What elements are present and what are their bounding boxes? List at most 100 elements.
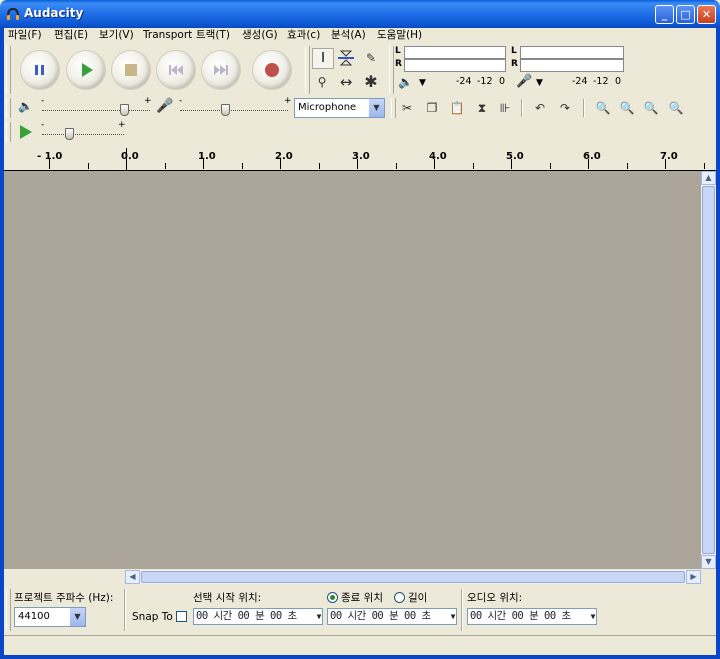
toolbar-grip[interactable] (6, 122, 11, 142)
skip-to-start-button[interactable] (157, 51, 195, 89)
vertical-scrollbar[interactable]: ▲ ▼ (701, 171, 716, 569)
ruler-label: 1.0 (198, 151, 216, 162)
trim-button[interactable]: ⧗ (471, 98, 493, 118)
chevron-down-icon[interactable]: ▼ (368, 99, 384, 117)
playback-meter-menu-arrow-icon[interactable]: ▼ (419, 78, 426, 88)
scroll-left-icon[interactable]: ◀ (125, 570, 140, 584)
zoom-in-button[interactable]: 🔍 (592, 98, 614, 118)
record-button[interactable] (253, 51, 291, 89)
horizontal-scroll-thumb[interactable] (141, 571, 685, 583)
input-source-select[interactable]: Microphone ▼ (294, 98, 385, 118)
playback-speed-slider-thumb[interactable] (65, 128, 74, 140)
audio-position-value: 00 시간 00 분 00 초 (470, 610, 571, 622)
selection-tool-button[interactable]: I (312, 48, 334, 69)
zoom-out-button[interactable]: 🔍 (616, 98, 638, 118)
playback-scale-24: -24 (456, 76, 472, 87)
toolbar-grip[interactable] (305, 46, 310, 94)
menu-tracks[interactable]: 트랙(T) (196, 28, 230, 43)
paste-button[interactable]: 📋 (446, 98, 468, 118)
multi-tool-button[interactable]: ✱ (360, 72, 382, 92)
redo-button[interactable]: ↷ (554, 98, 576, 118)
play-at-speed-button[interactable] (14, 122, 36, 142)
menu-view[interactable]: 보기(V) (99, 28, 134, 43)
toolbar-grip[interactable] (6, 46, 11, 94)
playback-meter-left[interactable] (404, 46, 506, 59)
record-meter-right[interactable] (520, 59, 624, 72)
output-slider-minus: - (41, 96, 45, 106)
menu-transport[interactable]: Transport (143, 28, 192, 43)
playback-speed-slider[interactable] (42, 134, 124, 136)
timeline-ruler[interactable]: - 1.0 0.0 1.0 2.0 3.0 4.0 5.0 6.0 7.0 (4, 146, 716, 171)
chevron-down-icon[interactable]: ▼ (591, 609, 596, 624)
envelope-tool-button[interactable] (335, 48, 357, 68)
fit-project-icon: 🔍 (668, 101, 684, 115)
track-panel[interactable] (4, 171, 701, 569)
menu-analyze[interactable]: 분석(A) (331, 28, 366, 43)
mixer-toolbar: 🔈 - + 🎤 - + Microphone ▼ (4, 96, 390, 120)
horizontal-scrollbar[interactable]: ◀ ▶ (125, 570, 701, 584)
silence-button[interactable]: ⊪ (494, 98, 516, 118)
skip-to-end-button[interactable] (202, 51, 240, 89)
playback-scale-12: -12 (477, 76, 493, 87)
chevron-down-icon[interactable]: ▼ (317, 609, 322, 624)
zoom-tool-button[interactable]: ⚲ (311, 72, 333, 92)
copy-button[interactable]: ❐ (421, 98, 443, 118)
toolbar-grip[interactable] (389, 46, 394, 94)
menu-effect[interactable]: 효과(c) (287, 28, 320, 43)
close-button[interactable]: ✕ (697, 5, 716, 24)
input-volume-slider[interactable] (180, 110, 288, 112)
end-radio[interactable] (327, 592, 338, 603)
title-bar[interactable] (0, 0, 720, 28)
meter-play-right-label: R (395, 59, 402, 69)
chevron-down-icon[interactable]: ▼ (451, 609, 456, 624)
output-volume-slider-thumb[interactable] (120, 104, 129, 116)
input-source-value: Microphone (298, 102, 357, 113)
project-rate-select[interactable]: 44100 ▼ (14, 607, 86, 627)
length-radio[interactable] (394, 592, 405, 603)
maximize-button[interactable]: □ (676, 5, 695, 24)
toolbar-grip[interactable] (6, 589, 11, 631)
toolbar-grip[interactable] (6, 98, 11, 118)
play-button[interactable] (67, 51, 105, 89)
skip-start-icon (169, 65, 183, 75)
menu-generate[interactable]: 생성(G) (242, 28, 278, 43)
ruler-tick (472, 163, 474, 169)
fit-selection-button[interactable]: 🔍 (640, 98, 662, 118)
vertical-scroll-thumb[interactable] (702, 186, 715, 554)
cut-button[interactable]: ✂ (396, 98, 418, 118)
play-icon (20, 125, 32, 139)
ruler-tick (87, 163, 89, 169)
time-shift-tool-button[interactable]: ↔ (335, 72, 357, 92)
minimize-button[interactable]: _ (655, 5, 674, 24)
audio-position-time[interactable]: 00 시간 00 분 00 초 ▼ (467, 608, 597, 625)
scroll-right-icon[interactable]: ▶ (686, 570, 701, 584)
scroll-up-icon[interactable]: ▲ (701, 171, 716, 185)
edit-toolbar: ✂ ❐ 📋 ⧗ ⊪ ↶ ↷ 🔍 🔍 🔍 🔍 (390, 96, 716, 120)
input-slider-minus: - (179, 96, 183, 106)
draw-tool-button[interactable]: ✎ (360, 48, 382, 68)
pause-button[interactable] (21, 51, 59, 89)
undo-button[interactable]: ↶ (529, 98, 551, 118)
speed-slider-minus: - (41, 120, 45, 130)
scroll-down-icon[interactable]: ▼ (701, 555, 716, 569)
record-meter-menu-arrow-icon[interactable]: ▼ (536, 78, 543, 88)
menu-file[interactable]: 파일(F) (8, 28, 42, 43)
selection-start-time[interactable]: 00 시간 00 분 00 초 ▼ (193, 608, 323, 625)
ruler-label: 3.0 (352, 151, 370, 162)
selection-end-time[interactable]: 00 시간 00 분 00 초 ▼ (327, 608, 457, 625)
menu-help[interactable]: 도움말(H) (377, 28, 422, 43)
output-slider-plus: + (144, 96, 152, 106)
snap-to-checkbox[interactable] (176, 611, 187, 622)
ruler-tick (703, 163, 705, 169)
chevron-down-icon[interactable]: ▼ (69, 608, 85, 626)
playhead-cursor[interactable] (126, 148, 127, 170)
selection-end-value: 00 시간 00 분 00 초 (330, 610, 431, 622)
output-volume-slider[interactable] (42, 110, 150, 112)
menu-edit[interactable]: 편집(E) (54, 28, 88, 43)
playback-meter-right[interactable] (404, 59, 506, 72)
fit-project-button[interactable]: 🔍 (665, 98, 687, 118)
stop-button[interactable] (112, 51, 150, 89)
input-volume-slider-thumb[interactable] (221, 104, 230, 116)
toolbar-separator (461, 589, 463, 631)
record-meter-left[interactable] (520, 46, 624, 59)
